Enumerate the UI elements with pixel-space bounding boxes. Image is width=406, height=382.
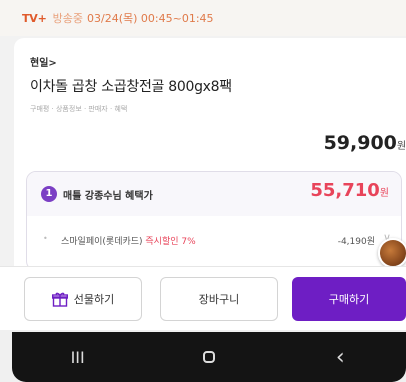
bullet-icon: • (43, 234, 48, 243)
number-badge-icon: 1 (41, 186, 57, 202)
home-icon[interactable] (179, 348, 239, 367)
product-card: 현일> 이차돌 곱창 소곱창전골 800gx8팩 구매평 · 상품정보 · 판매… (14, 38, 406, 271)
product-sub-info: 구매평 · 상품정보 · 판매자 · 혜택 (30, 105, 128, 113)
system-nav-bar: III ‹ (0, 330, 406, 382)
cart-button-label: 장바구니 (198, 294, 240, 306)
discount-label: 스마일페이(롯데카드) 즉시할인 7% (61, 234, 196, 247)
broadcast-time: 03/24(목) 00:45~01:45 (87, 12, 214, 25)
action-bar: 선물하기 장바구니 구매하기 (0, 266, 406, 330)
floating-product-thumbnail[interactable] (378, 238, 406, 268)
product-title: 이차돌 곱창 소곱창전골 800gx8팩 (30, 79, 232, 95)
buy-button[interactable]: 구매하기 (292, 277, 406, 321)
benefit-price-value: 55,710 (310, 180, 380, 201)
broadcast-bar: TV+ 방송중 03/24(목) 00:45~01:45 (0, 0, 406, 36)
gift-button-label: 선물하기 (73, 294, 115, 306)
back-icon[interactable]: ‹ (310, 345, 370, 370)
benefit-header: 1 매틀 강종수님 혜택가 55,710원 (27, 172, 401, 216)
discount-method: 스마일페이(롯데카드) (61, 237, 146, 247)
price-unit: 원 (396, 141, 406, 152)
tv-plus-logo: TV+ (22, 11, 47, 25)
buy-button-label: 구매하기 (328, 294, 370, 306)
product-price: 59,900원( (324, 132, 406, 154)
broadcast-status: 방송중 (52, 12, 84, 25)
brand-link[interactable]: 현일> (30, 54, 57, 69)
gift-button[interactable]: 선물하기 (24, 277, 142, 321)
benefit-price-unit: 원 (379, 188, 389, 199)
benefit-label: 매틀 강종수님 혜택가 (63, 191, 153, 202)
recent-apps-icon[interactable]: III (48, 348, 108, 367)
discount-amount: -4,190원 (337, 237, 375, 247)
discount-row[interactable]: • 스마일페이(롯데카드) 즉시할인 7% -4,190원 ∨ (27, 228, 401, 252)
system-nav-inner: III ‹ (12, 332, 406, 382)
price-value: 59,900 (323, 132, 397, 154)
gift-icon (51, 292, 68, 307)
benefit-price: 55,710원 (310, 180, 389, 201)
benefit-box: 1 매틀 강종수님 혜택가 55,710원 • 스마일페이(롯데카드) 즉시할인… (26, 171, 402, 271)
cart-button[interactable]: 장바구니 (160, 277, 278, 321)
discount-highlight: 즉시할인 7% (145, 237, 196, 247)
